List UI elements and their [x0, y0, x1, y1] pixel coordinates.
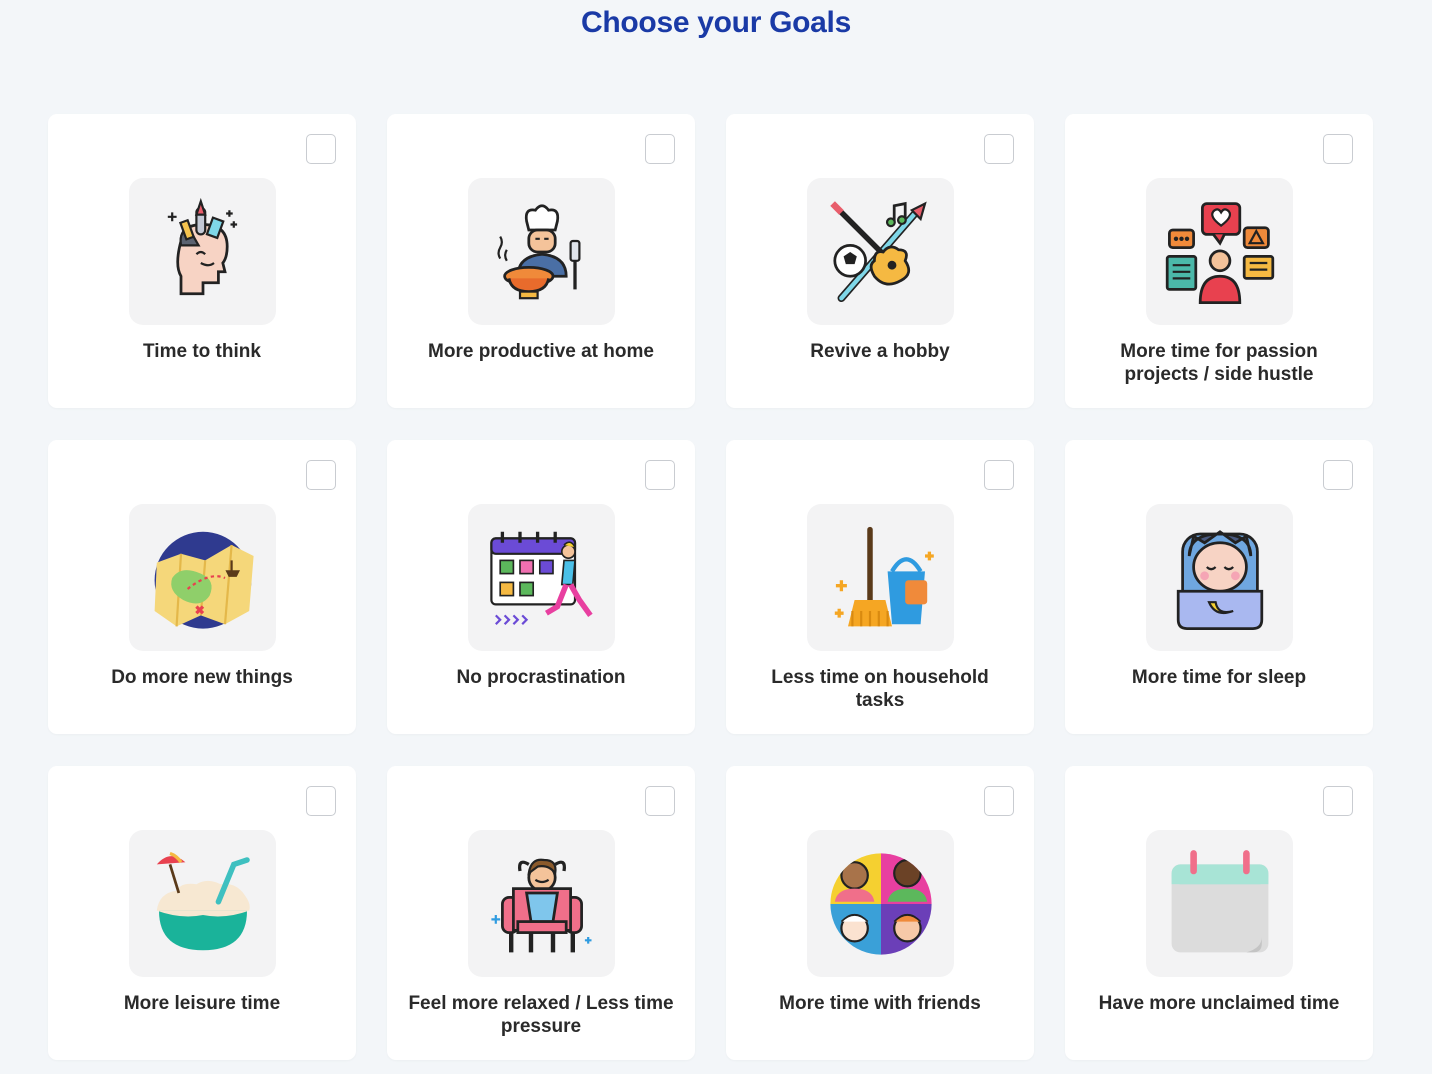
goal-card-household-tasks[interactable]: Less time on household tasks: [726, 440, 1034, 734]
goal-label: More productive at home: [428, 341, 654, 362]
goal-label: Do more new things: [111, 667, 293, 688]
coconut-drink-icon: [129, 830, 276, 977]
sleeping-baby-icon: [1146, 504, 1293, 651]
goal-label: Have more unclaimed time: [1098, 993, 1340, 1014]
goal-checkbox[interactable]: [1323, 134, 1353, 164]
goal-card-no-procrastination[interactable]: No procrastination: [387, 440, 695, 734]
goal-checkbox[interactable]: [306, 460, 336, 490]
goal-card-more-leisure-time[interactable]: More leisure time: [48, 766, 356, 1060]
goal-card-passion-projects[interactable]: More time for passion projects / side hu…: [1065, 114, 1373, 408]
goal-card-time-to-think[interactable]: Time to think: [48, 114, 356, 408]
goal-checkbox[interactable]: [984, 460, 1014, 490]
relaxed-chair-icon: [468, 830, 615, 977]
goal-card-more-sleep[interactable]: More time for sleep: [1065, 440, 1373, 734]
goal-checkbox[interactable]: [984, 134, 1014, 164]
treasure-map-icon: [129, 504, 276, 651]
goal-label: More leisure time: [123, 993, 281, 1014]
goal-checkbox[interactable]: [645, 460, 675, 490]
guitar-hobby-icon: [807, 178, 954, 325]
page-title: Choose your Goals: [581, 6, 851, 39]
goal-label: More time for sleep: [1131, 667, 1307, 688]
goal-card-feel-more-relaxed[interactable]: Feel more relaxed / Less time pressure: [387, 766, 695, 1060]
goal-checkbox[interactable]: [306, 134, 336, 164]
head-ideas-icon: [129, 178, 276, 325]
goal-card-more-time-with-friends[interactable]: More time with friends: [726, 766, 1034, 1060]
goal-label: Less time on household tasks: [771, 667, 989, 711]
calendar-runner-icon: [468, 504, 615, 651]
broom-bucket-icon: [807, 504, 954, 651]
goal-card-more-unclaimed-time[interactable]: Have more unclaimed time: [1065, 766, 1373, 1060]
goal-card-do-more-new-things[interactable]: Do more new things: [48, 440, 356, 734]
goal-label: Revive a hobby: [810, 341, 950, 362]
goal-label: Time to think: [143, 341, 261, 362]
goal-checkbox[interactable]: [645, 786, 675, 816]
goal-card-more-productive-at-home[interactable]: More productive at home: [387, 114, 695, 408]
goal-label: More time for passion projects / side hu…: [1120, 341, 1318, 385]
goal-checkbox[interactable]: [1323, 460, 1353, 490]
goal-checkbox[interactable]: [645, 134, 675, 164]
goal-checkbox[interactable]: [306, 786, 336, 816]
goal-card-revive-a-hobby[interactable]: Revive a hobby: [726, 114, 1034, 408]
social-bubbles-icon: [1146, 178, 1293, 325]
goal-label: No procrastination: [456, 667, 626, 688]
blank-calendar-icon: [1146, 830, 1293, 977]
goal-label: Feel more relaxed / Less time pressure: [408, 993, 674, 1037]
goals-grid: Time to think More productive at home Re…: [48, 114, 1373, 1060]
chef-cooking-icon: [468, 178, 615, 325]
goal-label: More time with friends: [779, 993, 981, 1014]
friends-group-icon: [807, 830, 954, 977]
goal-checkbox[interactable]: [984, 786, 1014, 816]
goal-checkbox[interactable]: [1323, 786, 1353, 816]
